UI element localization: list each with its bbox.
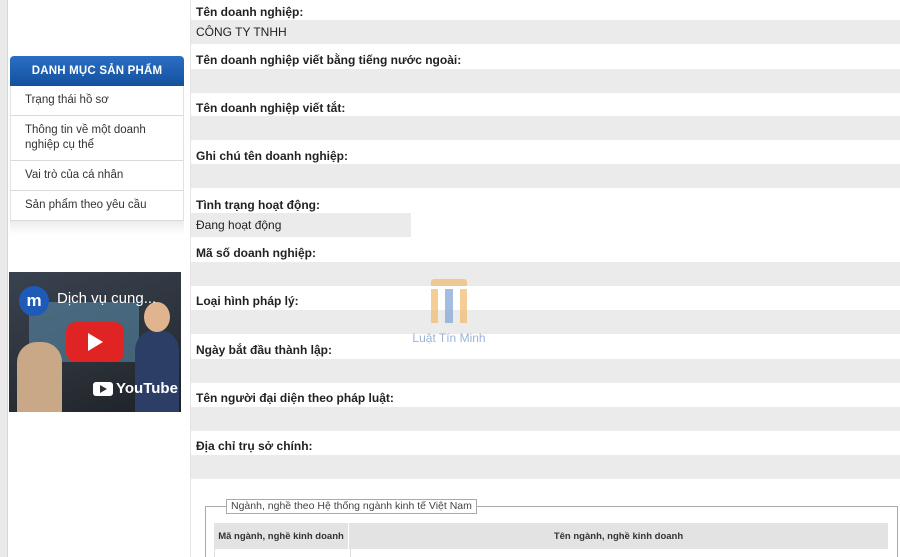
industry-legend: Ngành, nghề theo Hệ thống ngành kinh tế … [226,499,477,514]
field-label-head-office-address: Địa chỉ trụ sở chính: [196,439,313,453]
field-value-foreign-name [191,69,900,93]
video-title[interactable]: Dịch vụ cung... [57,290,156,307]
company-details-panel: Tên doanh nghiệp: CÔNG TY TNHH Tên doanh… [190,0,900,557]
field-label-foreign-name: Tên doanh nghiệp viết bằng tiếng nước ng… [196,53,462,67]
field-value-company-name: CÔNG TY TNHH [191,20,900,44]
play-button[interactable] [66,322,124,362]
field-label-founding-date: Ngày bắt đầu thành lập: [196,343,333,357]
field-label-abbreviation: Tên doanh nghiệp viết tắt: [196,101,346,115]
industry-table-body [214,549,889,557]
field-value-business-code [191,262,900,286]
field-value-operating-status: Đang hoạt động [191,213,411,237]
tin-minh-logo-icon [431,279,467,323]
field-value-founding-date [191,359,900,383]
field-label-name-note: Ghi chú tên doanh nghiệp: [196,149,348,163]
sidebar-shadow [10,221,184,235]
field-value-head-office-address [191,455,900,479]
play-icon [88,333,103,351]
industry-fieldset: Ngành, nghề theo Hệ thống ngành kinh tế … [205,499,898,557]
sidebar-item-individual-role[interactable]: Vai trò của cá nhân [11,161,183,191]
left-border-strip [0,0,8,557]
column-header-industry-code: Mã ngành, nghề kinh doanh [214,523,349,549]
youtube-label: YouTube [116,380,178,397]
youtube-play-icon [93,381,113,396]
sidebar-item-company-info[interactable]: Thông tin về một doanh nghiệp cụ thể [11,116,183,161]
field-value-name-note [191,164,900,188]
field-value-legal-representative [191,407,900,431]
luat-tin-minh-watermark: Luật Tín Minh [408,279,490,345]
field-label-legal-representative: Tên người đại diện theo pháp luật: [196,391,394,405]
field-label-operating-status: Tình trạng hoạt động: [196,198,320,212]
field-label-company-name: Tên doanh nghiệp: [196,5,304,19]
sidebar-item-custom-products[interactable]: Sản phẩm theo yêu cầu [11,191,183,221]
sidebar-title: DANH MỤC SẢN PHẨM [10,56,184,86]
video-person-left [17,342,62,412]
sidebar-item-file-status[interactable]: Trạng thái hồ sơ [11,86,183,116]
watermark-caption: Luật Tín Minh [412,331,486,345]
channel-avatar-icon: m [19,286,49,316]
product-category-sidebar: DANH MỤC SẢN PHẨM Trạng thái hồ sơ Thông… [10,56,184,235]
column-header-industry-name: Tên ngành, nghề kinh doanh [349,523,889,549]
industry-table-header: Mã ngành, nghề kinh doanh Tên ngành, ngh… [214,523,889,549]
field-value-legal-type [191,310,900,334]
field-label-legal-type: Loại hình pháp lý: [196,294,299,308]
youtube-video-thumbnail[interactable]: m Dịch vụ cung... YouTube [9,272,181,412]
video-person-right [135,302,179,412]
field-label-business-code: Mã số doanh nghiệp: [196,246,316,260]
sidebar-menu: Trạng thái hồ sơ Thông tin về một doanh … [10,86,184,221]
field-value-abbreviation [191,116,900,140]
youtube-logo[interactable]: YouTube [93,380,178,397]
